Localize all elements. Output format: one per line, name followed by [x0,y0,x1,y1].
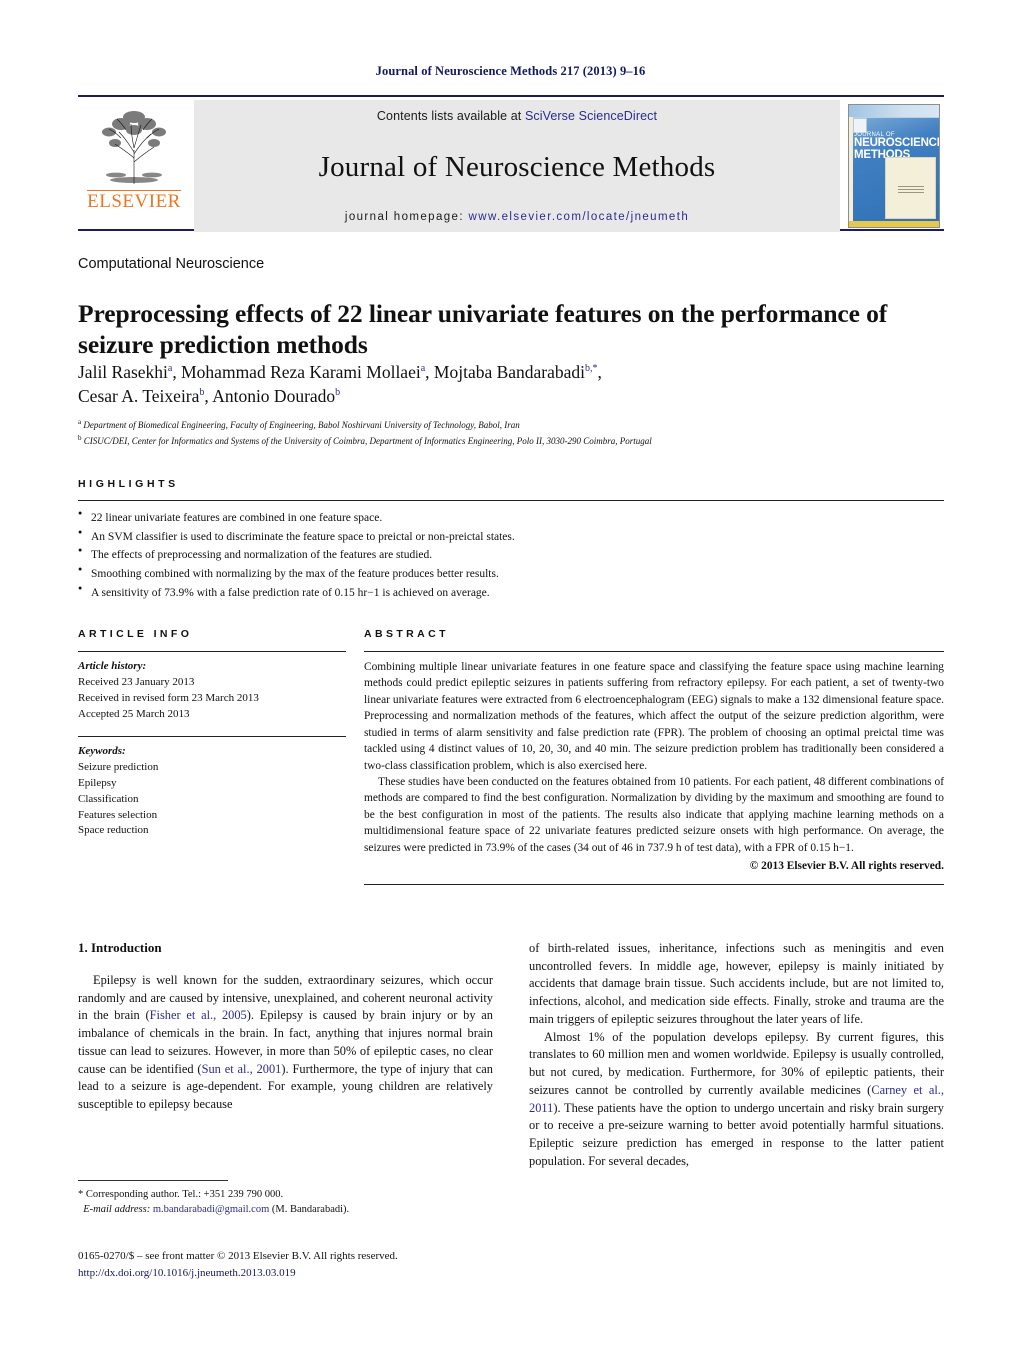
email-note: E-mail address: m.bandarabadi@gmail.com … [78,1202,493,1217]
elsevier-tree-icon [91,104,177,188]
intro-right-paragraph-1: of birth-related issues, inheritance, in… [529,941,944,1026]
contents-prefix: Contents lists available at [376,109,525,123]
citation-link[interactable]: Sun et al., 2001 [202,1062,282,1076]
keyword-item: Epilepsy [78,776,117,789]
keyword-item: Features selection [78,808,158,821]
journal-cover-thumbnail: JOURNAL OF NEUROSCIENCE METHODS [846,100,942,232]
elsevier-wordmark: ELSEVIER [87,190,181,212]
paper-page: Journal of Neuroscience Methods 217 (201… [0,0,1021,1351]
highlights-heading: HIGHLIGHTS [78,478,179,490]
abstract-column: ABSTRACT Combining multiple linear univa… [364,628,944,886]
homepage-prefix: journal homepage: [344,211,469,223]
email-owner: (M. Bandarabadi). [271,1204,350,1216]
article-info-divider [78,651,346,652]
email-label: E-mail address: [83,1204,151,1216]
issn-doi-block: 0165-0270/$ – see front matter © 2013 El… [78,1248,508,1281]
history-revised: Received in revised form 23 March 2013 [78,691,259,704]
introduction-heading: 1. Introduction [78,940,162,955]
affil-marker-b-star[interactable]: b,* [585,363,598,374]
highlights-section: HIGHLIGHTS 22 linear univariate features… [78,478,944,602]
article-history-label: Article history: [78,660,147,672]
affil-marker-a: a [420,363,426,375]
subject-section-label: Computational Neuroscience [78,256,265,272]
article-info-heading: ARTICLE INFO [78,628,193,640]
elsevier-logo: ELSEVIER [78,100,190,232]
affil-marker-a: a [167,363,173,375]
list-item: The effects of preprocessing and normali… [78,545,944,565]
introduction-paragraph-left: Epilepsy is well known for the sudden, e… [78,972,493,1114]
affiliation-a: a Department of Biomedical Engineering, … [78,418,520,430]
body-columns: 1. Introduction Epilepsy is well known f… [78,940,944,1171]
sciencedirect-link[interactable]: SciVerse ScienceDirect [525,109,657,123]
body-column-left: 1. Introduction Epilepsy is well known f… [78,940,493,1171]
info-abstract-row: ARTICLE INFO Article history: Received 2… [78,628,944,886]
doi-link[interactable]: http://dx.doi.org/10.1016/j.jneumeth.201… [78,1265,508,1282]
list-item: A sensitivity of 73.9% with a false pred… [78,583,944,603]
highlights-divider [78,500,944,501]
footnote-block: * Corresponding author. Tel.: +351 239 7… [78,1180,493,1217]
list-item: Smoothing combined with normalizing by t… [78,564,944,584]
history-received: Received 23 January 2013 [78,675,195,688]
issn-line: 0165-0270/$ – see front matter © 2013 El… [78,1250,398,1262]
article-info-column: ARTICLE INFO Article history: Received 2… [78,628,346,885]
running-head: Journal of Neuroscience Methods 217 (201… [375,64,646,78]
abstract-divider [364,651,944,652]
history-accepted: Accepted 25 March 2013 [78,707,190,720]
intro-right-paragraph-2: Almost 1% of the population develops epi… [529,1029,944,1171]
body-column-right: of birth-related issues, inheritance, in… [529,940,944,1171]
email-link[interactable]: m.bandarabadi@gmail.com [153,1204,269,1215]
affil-marker-b: b [199,387,205,399]
affiliation-b: b CISUC/DEI, Center for Informatics and … [78,433,652,446]
footnote-divider [78,1180,228,1181]
author-list: Jalil Rasekhia, Mohammad Reza Karami Mol… [78,362,602,407]
journal-band: Contents lists available at SciVerse Sci… [194,100,840,232]
citation-link[interactable]: Fisher et al., 2005 [150,1008,247,1022]
keyword-item: Seizure prediction [78,760,159,773]
affiliation-b-text: CISUC/DEI, Center for Informatics and Sy… [83,435,652,446]
journal-title: Journal of Neuroscience Methods [318,150,716,183]
page-title: Preprocessing effects of 22 linear univa… [78,299,888,359]
affil-marker-b: b [335,387,341,399]
abstract-copyright: © 2013 Elsevier B.V. All rights reserved… [749,860,944,873]
list-item: 22 linear univariate features are combin… [78,508,944,528]
journal-homepage-link[interactable]: www.elsevier.com/locate/jneumeth [469,211,690,223]
contents-available-line: Contents lists available at SciVerse Sci… [377,109,657,123]
affiliations: a Department of Biomedical Engineering, … [78,417,948,448]
keyword-item: Space reduction [78,824,149,837]
abstract-paragraph: These studies have been conducted on the… [364,775,944,854]
keyword-item: Classification [78,792,139,805]
cover-elsevier-mark-icon [853,118,867,133]
abstract-body: Combining multiple linear univariate fea… [364,659,944,874]
abstract-paragraph: Combining multiple linear univariate fea… [364,661,944,772]
keywords-block: Keywords: Seizure prediction Epilepsy Cl… [78,744,346,840]
highlights-list: 22 linear univariate features are combin… [78,508,944,603]
keywords-divider [78,735,346,737]
keywords-label: Keywords: [78,744,126,757]
corresponding-author-note: * Corresponding author. Tel.: +351 239 7… [78,1189,284,1200]
article-history-block: Article history: Received 23 January 201… [78,659,346,723]
abstract-heading: ABSTRACT [364,628,449,640]
journal-homepage-line: journal homepage: www.elsevier.com/locat… [345,211,689,223]
list-item: An SVM classifier is used to discriminat… [78,527,944,547]
affiliation-a-text: Department of Biomedical Engineering, Fa… [83,420,520,430]
intro-right-text-b: ). These patients have the option to und… [529,1100,944,1168]
cover-panel [885,157,936,219]
journal-masthead: ELSEVIER Contents lists available at Sci… [78,95,944,232]
abstract-bottom-divider [364,884,944,886]
